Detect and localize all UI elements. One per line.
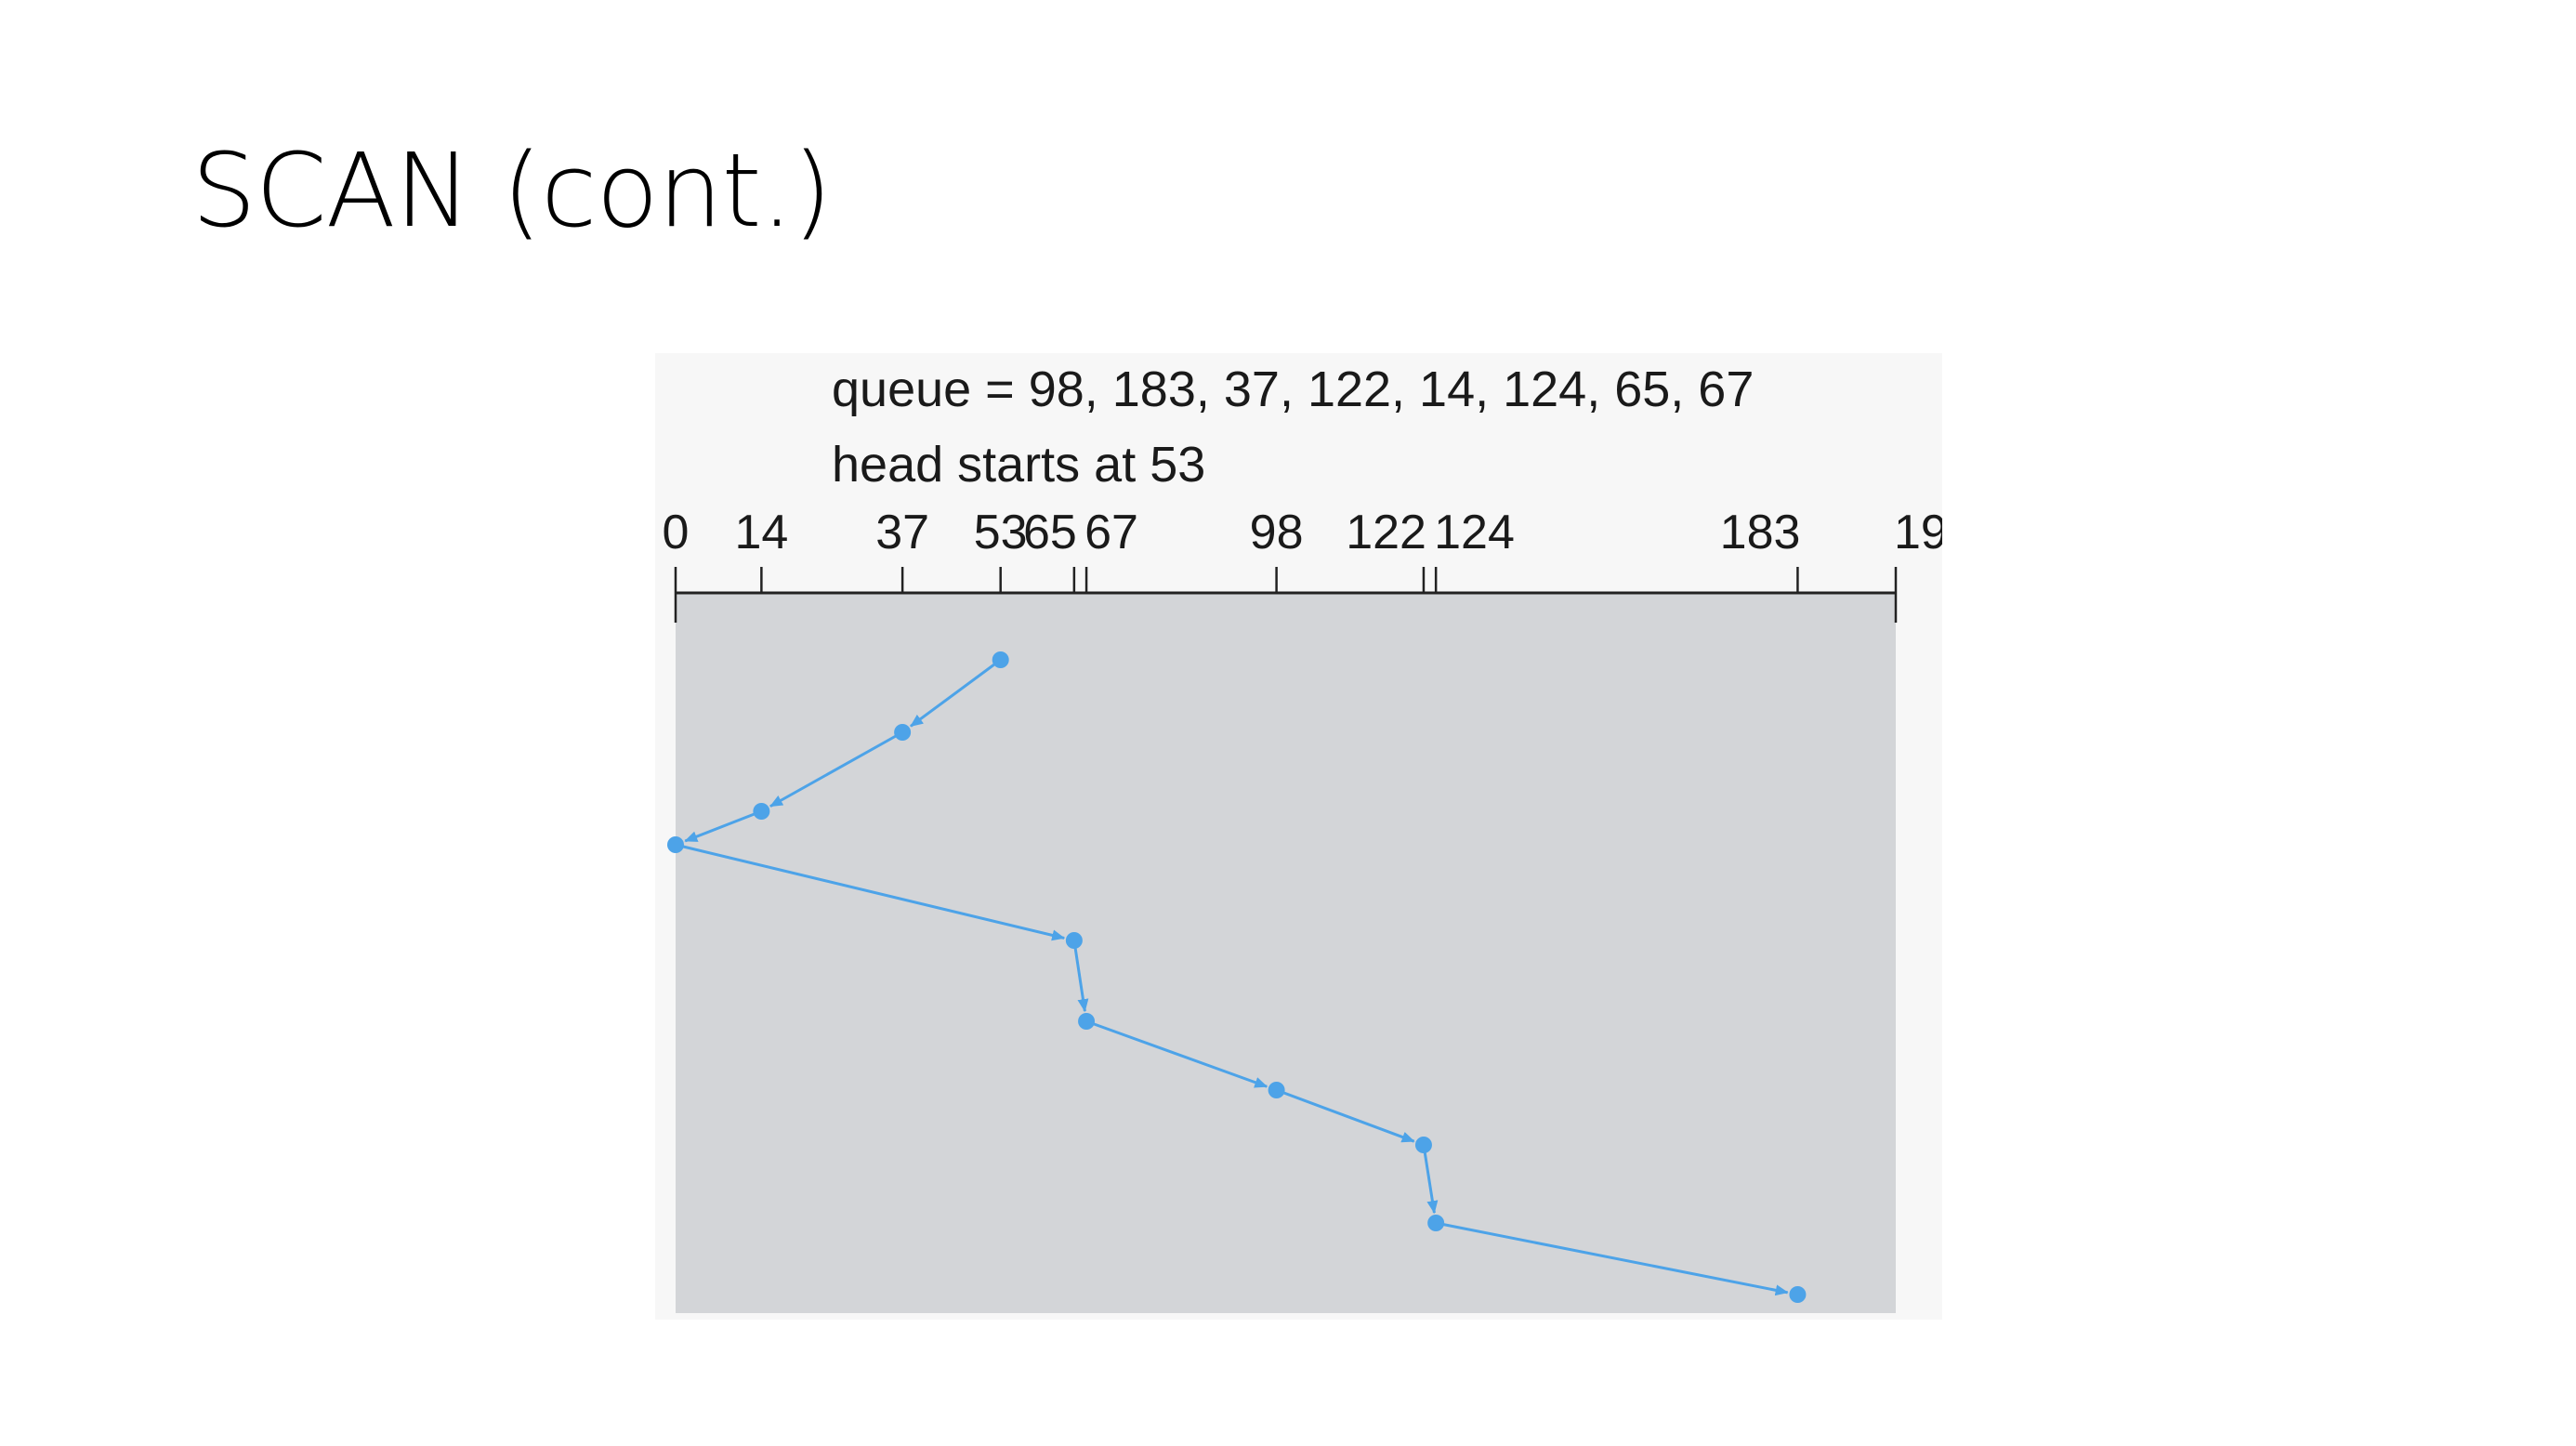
request-point xyxy=(753,803,770,820)
request-point xyxy=(1268,1082,1285,1098)
tick-label: 65 xyxy=(1023,506,1077,559)
tick-label: 98 xyxy=(1250,506,1304,559)
tick-label: 122 xyxy=(1346,506,1426,559)
tick-label: 14 xyxy=(734,506,788,559)
request-point xyxy=(894,724,912,741)
request-point xyxy=(1078,1013,1096,1030)
request-point xyxy=(1065,932,1083,949)
request-point xyxy=(667,836,684,853)
slide-title: SCAN (cont.) xyxy=(191,131,833,250)
request-point xyxy=(1414,1137,1432,1153)
tick-label: 67 xyxy=(1084,506,1138,559)
request-point xyxy=(1789,1286,1807,1303)
request-point xyxy=(992,651,1009,668)
request-point xyxy=(1427,1215,1445,1231)
tick-label: 124 xyxy=(1434,506,1515,559)
tick-label: 199 xyxy=(1894,506,1942,559)
tick-label: 37 xyxy=(875,506,929,559)
scan-diagram: queue = 98, 183, 37, 122, 14, 124, 65, 6… xyxy=(655,353,1942,1320)
plot-area xyxy=(676,593,1896,1313)
tick-label: 183 xyxy=(1720,506,1801,559)
tick-label: 0 xyxy=(663,506,690,559)
tick-label: 53 xyxy=(974,506,1028,559)
scan-chart: 0 14 37 536567 98 122124 183 199 xyxy=(663,506,1942,1313)
